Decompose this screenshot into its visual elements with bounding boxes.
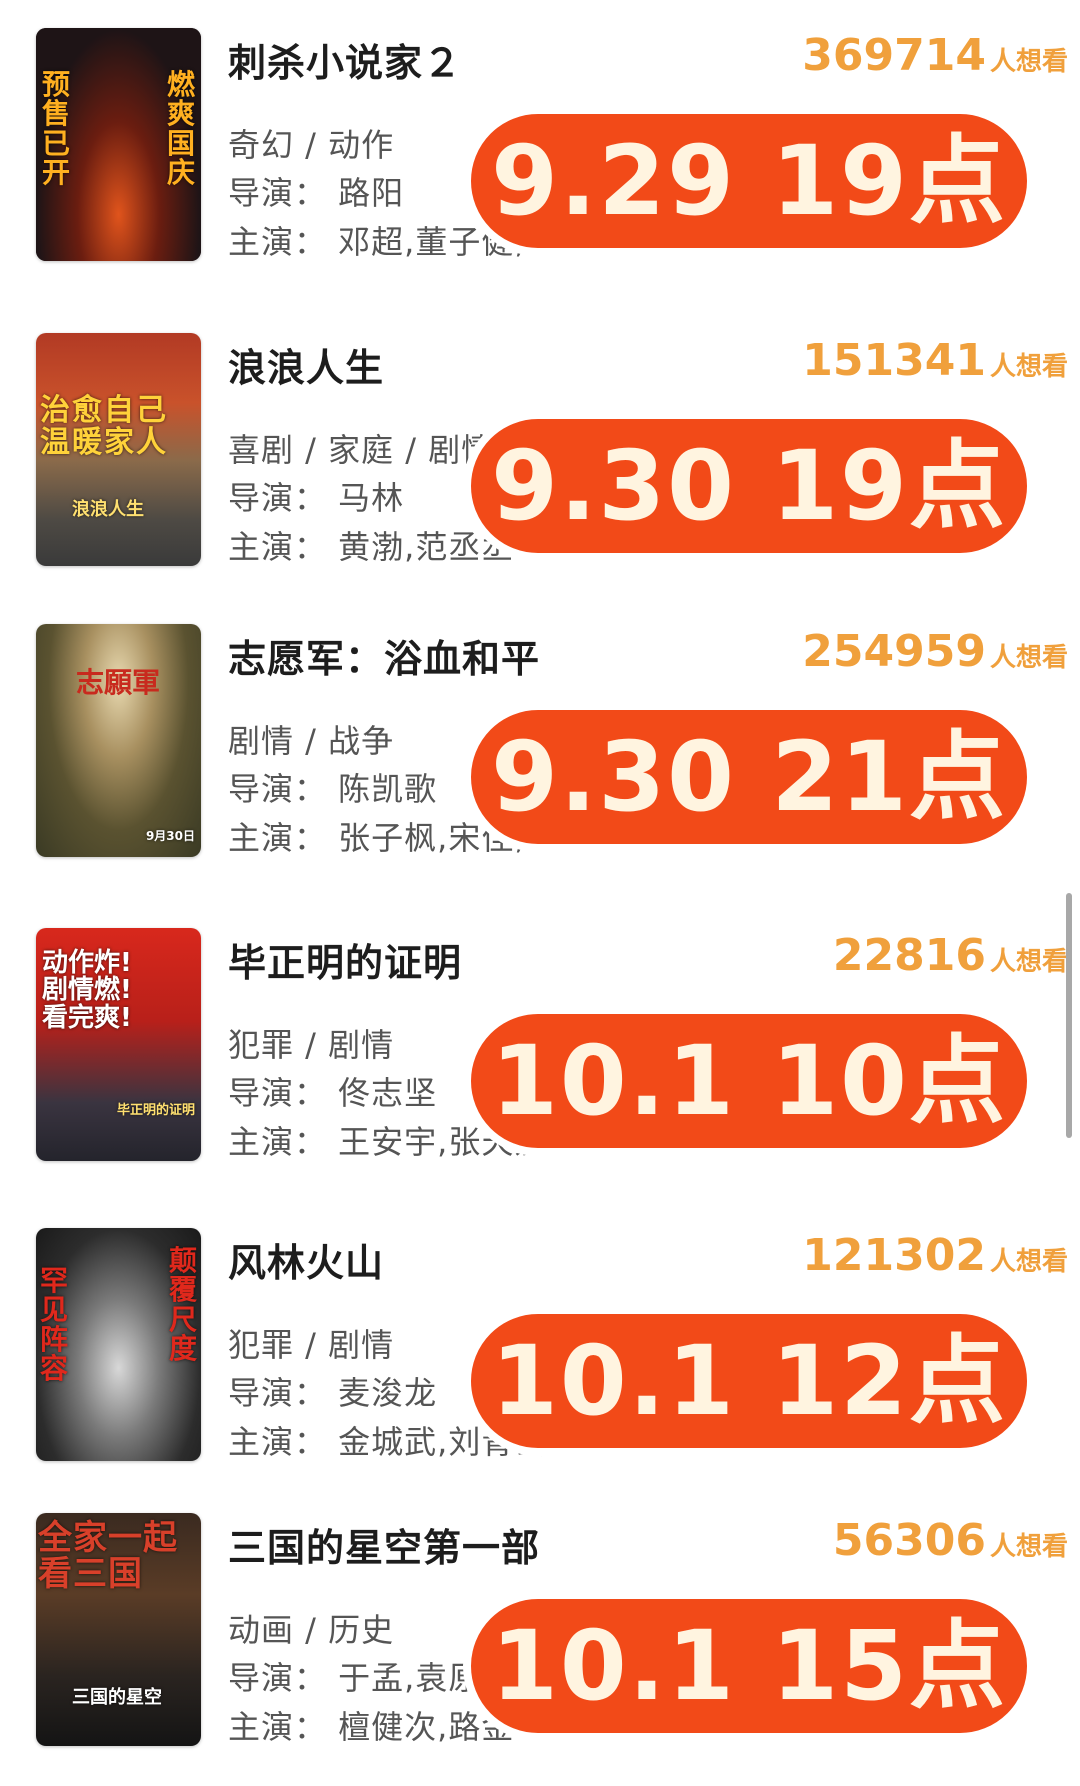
movie-director: 导演： 麦浚龙	[228, 1374, 438, 1412]
movie-director: 导演： 马林	[228, 479, 405, 517]
poster-text-right: 浪浪人生	[72, 499, 144, 520]
movie-genre: 犯罪 / 剧情	[228, 1326, 395, 1364]
movie-director: 导演： 于孟,袁原	[228, 1659, 482, 1697]
movie-title[interactable]: 刺杀小说家２	[228, 32, 462, 87]
poster-text-left: 志願軍	[76, 666, 161, 699]
release-time-badge: 9.29 19点	[463, 106, 1035, 256]
movie-director: 导演： 路阳	[228, 174, 405, 212]
movie-poster[interactable]: 全家一起 看三国 三国的星空	[36, 1513, 201, 1746]
movie-card[interactable]: 志願軍 9月30日 志愿军：浴血和平 254959 人想看 剧情 / 战争 导演：…	[0, 624, 1080, 874]
want-count: 151341	[802, 335, 986, 386]
poster-art	[36, 624, 201, 857]
movie-cast: 主演： 檀健次,路金	[228, 1708, 515, 1746]
want-count: 121302	[802, 1230, 986, 1281]
movie-genre: 剧情 / 战争	[228, 722, 395, 760]
want-label: 人想看	[989, 1532, 1068, 1562]
movie-card[interactable]: 罕 见 阵 容 颠 覆 尺 度 风林火山 121302 人想看 犯罪 / 剧情 导…	[0, 1228, 1080, 1478]
movie-director: 导演： 陈凯歌	[228, 770, 438, 808]
poster-text-left: 罕 见 阵 容	[40, 1264, 69, 1386]
want-count: 369714	[802, 30, 986, 81]
want-label: 人想看	[989, 1247, 1068, 1277]
poster-text-left: 预 售 已 开	[42, 68, 71, 190]
movie-poster[interactable]: 治愈自己 温暖家人 浪浪人生	[36, 333, 201, 566]
poster-text-right: 三国的星空	[72, 1687, 162, 1708]
want-to-see: 121302 人想看	[802, 1230, 1068, 1281]
movie-title[interactable]: 志愿军：浴血和平	[228, 628, 540, 683]
movie-genre: 动画 / 历史	[228, 1611, 395, 1649]
release-time-badge: 9.30 19点	[463, 411, 1035, 561]
movie-title[interactable]: 浪浪人生	[228, 337, 384, 392]
movie-poster[interactable]: 预 售 已 开 燃 爽 国 庆	[36, 28, 201, 261]
scrollbar[interactable]	[1066, 893, 1072, 1138]
want-count: 22816	[832, 930, 986, 981]
release-time-badge: 10.1 12点	[463, 1306, 1035, 1456]
want-to-see: 151341 人想看	[802, 335, 1068, 386]
poster-text-left: 全家一起 看三国	[38, 1518, 178, 1594]
want-to-see: 254959 人想看	[802, 626, 1068, 677]
want-label: 人想看	[989, 643, 1068, 673]
movie-poster[interactable]: 动作炸! 剧情燃! 看完爽! 毕正明的证明	[36, 928, 201, 1161]
poster-text-left: 动作炸! 剧情燃! 看完爽!	[42, 948, 132, 1033]
poster-text-left: 治愈自己 温暖家人	[40, 393, 168, 460]
poster-text-right: 毕正明的证明	[116, 1103, 195, 1118]
movie-genre: 喜剧 / 家庭 / 剧情	[228, 431, 495, 469]
movie-title[interactable]: 毕正明的证明	[228, 932, 462, 987]
movie-poster[interactable]: 志願軍 9月30日	[36, 624, 201, 857]
movie-genre: 奇幻 / 动作	[228, 126, 395, 164]
want-to-see: 56306 人想看	[833, 1515, 1068, 1566]
poster-text-right: 颠 覆 尺 度	[168, 1244, 197, 1366]
movie-poster[interactable]: 罕 见 阵 容 颠 覆 尺 度	[36, 1228, 201, 1461]
movie-title[interactable]: 三国的星空第一部	[228, 1517, 540, 1572]
want-count: 56306	[832, 1515, 986, 1566]
release-time-badge: 10.1 10点	[463, 1006, 1035, 1156]
movie-cast: 主演： 黄渤,范丞丞	[228, 528, 515, 566]
movie-genre: 犯罪 / 剧情	[228, 1026, 395, 1064]
want-label: 人想看	[989, 947, 1068, 977]
release-time-badge: 9.30 21点	[463, 702, 1035, 852]
movie-card[interactable]: 动作炸! 剧情燃! 看完爽! 毕正明的证明 毕正明的证明 22816 人想看 犯罪…	[0, 928, 1080, 1178]
movie-list: 预 售 已 开 燃 爽 国 庆 刺杀小说家２ 369714 人想看 奇幻 / 动作…	[0, 0, 1080, 1786]
release-time-badge: 10.1 15点	[463, 1591, 1035, 1741]
movie-card[interactable]: 预 售 已 开 燃 爽 国 庆 刺杀小说家２ 369714 人想看 奇幻 / 动作…	[0, 28, 1080, 278]
want-to-see: 369714 人想看	[802, 30, 1068, 81]
want-count: 254959	[802, 626, 986, 677]
movie-title[interactable]: 风林火山	[228, 1232, 384, 1287]
movie-director: 导演： 佟志坚	[228, 1074, 438, 1112]
movie-card[interactable]: 全家一起 看三国 三国的星空 三国的星空第一部 56306 人想看 动画 / 历史…	[0, 1513, 1080, 1763]
want-label: 人想看	[989, 47, 1068, 77]
movie-card[interactable]: 治愈自己 温暖家人 浪浪人生 浪浪人生 151341 人想看 喜剧 / 家庭 / …	[0, 333, 1080, 583]
want-label: 人想看	[989, 352, 1068, 382]
poster-text-right: 9月30日	[145, 829, 195, 843]
want-to-see: 22816 人想看	[833, 930, 1068, 981]
poster-text-right: 燃 爽 国 庆	[166, 68, 195, 190]
